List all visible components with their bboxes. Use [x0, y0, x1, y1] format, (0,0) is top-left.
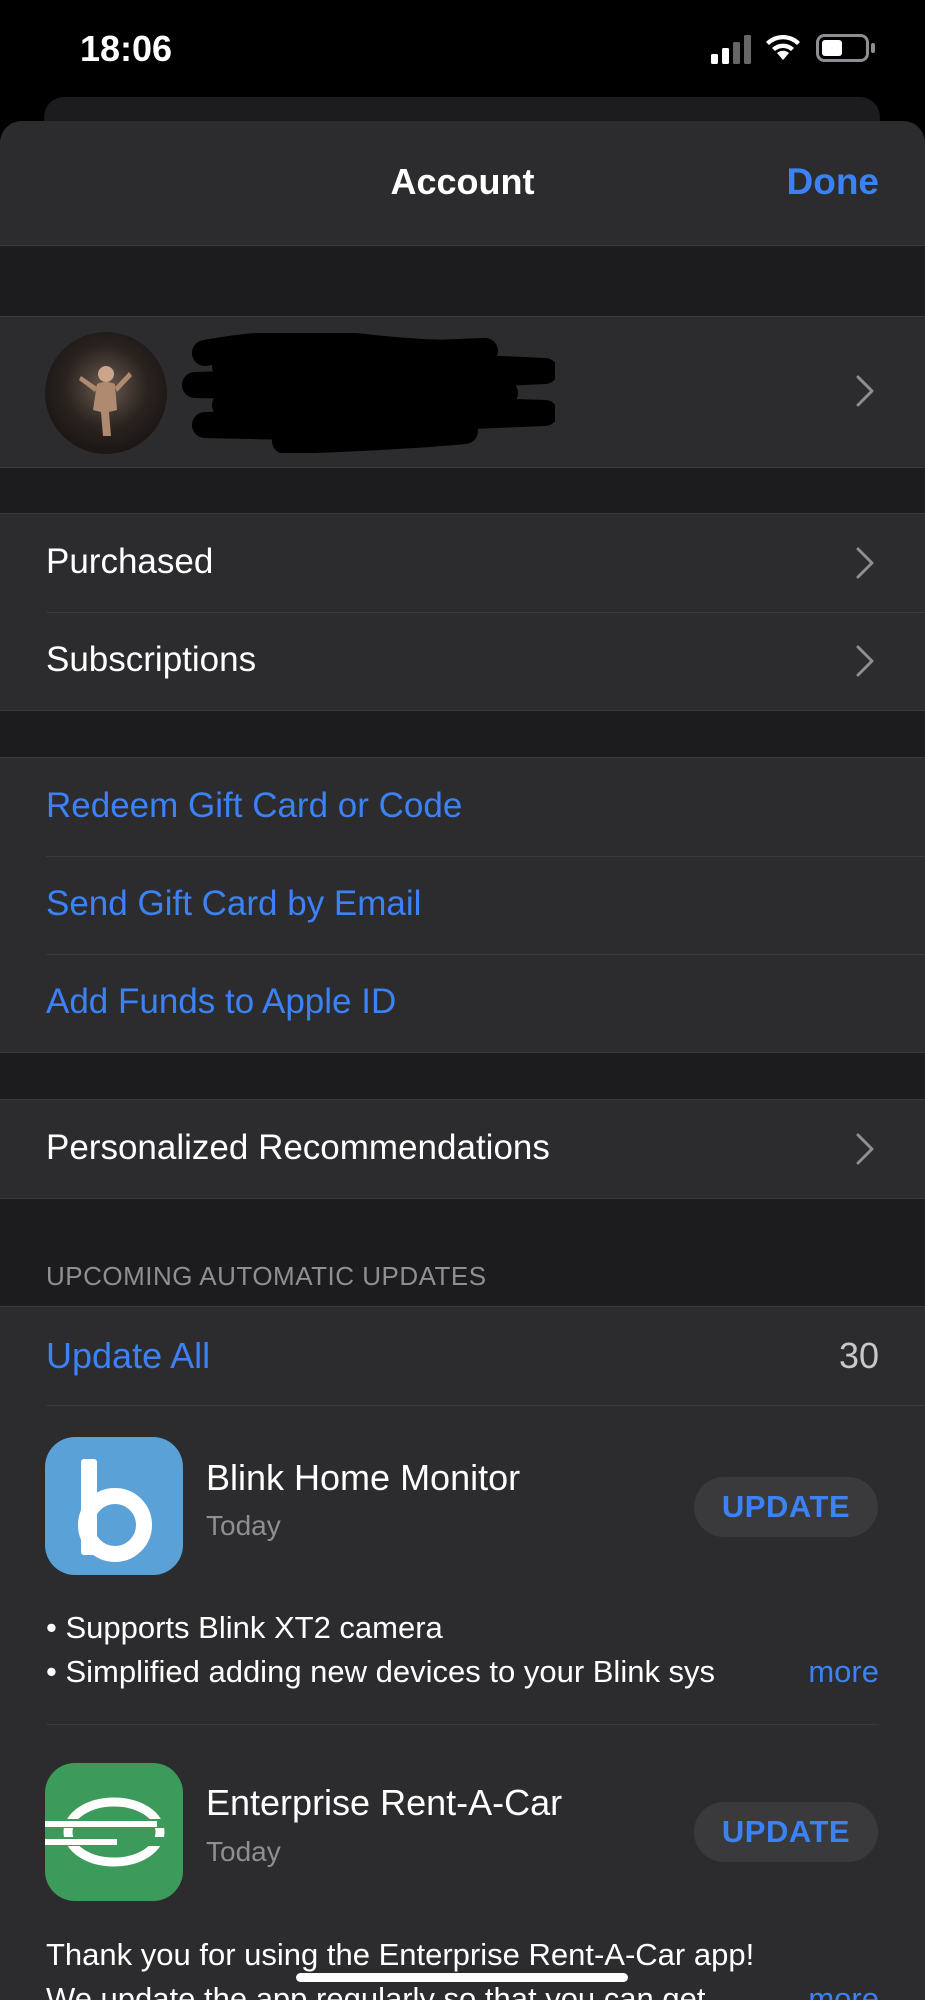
app-name: Blink Home Monitor [206, 1457, 521, 1498]
add-funds-link[interactable]: Add Funds to Apple ID [46, 982, 396, 1022]
avatar-figure-icon [79, 366, 132, 436]
send-gift-card-row[interactable]: Send Gift Card by Email [0, 856, 925, 954]
chevron-right-icon [856, 1133, 874, 1165]
add-funds-row[interactable]: Add Funds to Apple ID [0, 954, 925, 1052]
app-update-date: Today [206, 1510, 281, 1541]
blink-app-icon[interactable] [45, 1437, 183, 1575]
enterprise-e-icon [45, 1797, 183, 1867]
status-time: 18:06 [80, 28, 173, 69]
recommendations-group: Personalized Recommendations [0, 1099, 925, 1199]
text-fade [740, 1650, 810, 1694]
text-fade [740, 1977, 810, 2000]
update-button[interactable]: UPDATE [694, 1477, 878, 1537]
home-indicator[interactable] [296, 1973, 628, 1982]
profile-row[interactable] [0, 316, 925, 468]
subscriptions-row[interactable]: Subscriptions [0, 612, 925, 710]
status-bar: 18:06 [0, 0, 925, 100]
personalized-recommendations-label: Personalized Recommendations [46, 1128, 550, 1167]
cellular-signal-icon [711, 35, 751, 64]
gift-card-group: Redeem Gift Card or Code Send Gift Card … [0, 757, 925, 1053]
wifi-icon [766, 34, 800, 60]
redeem-gift-card-row[interactable]: Redeem Gift Card or Code [0, 758, 925, 856]
navigation-bar: Account Done [0, 121, 925, 246]
app-update-date: Today [206, 1836, 281, 1867]
release-note-line: • Simplified adding new devices to your … [46, 1654, 716, 1689]
subscriptions-label: Subscriptions [46, 640, 257, 679]
section-header-updates: UPCOMING AUTOMATIC UPDATES [46, 1261, 487, 1291]
account-items-group: Purchased Subscriptions [0, 513, 925, 711]
chevron-right-icon [856, 645, 874, 677]
personalized-recommendations-row[interactable]: Personalized Recommendations [0, 1100, 925, 1198]
chevron-right-icon [856, 375, 874, 407]
more-link[interactable]: more [808, 1981, 879, 2000]
purchased-label: Purchased [46, 542, 214, 581]
blink-b-icon [78, 1459, 152, 1562]
update-button[interactable]: UPDATE [694, 1802, 878, 1862]
purchased-row[interactable]: Purchased [0, 514, 925, 612]
release-note-line: • Supports Blink XT2 camera [46, 1610, 443, 1645]
updates-list: Update All 30 Blink Home Monitor Today U… [0, 1306, 925, 2000]
chevron-right-icon [856, 547, 874, 579]
account-sheet: Account Done Purchased Subscriptions Red… [0, 121, 925, 2000]
enterprise-app-icon[interactable] [45, 1763, 183, 1901]
app-name: Enterprise Rent-A-Car [206, 1782, 563, 1823]
battery-icon [816, 34, 875, 62]
avatar [45, 332, 167, 454]
more-link[interactable]: more [808, 1654, 879, 1690]
divider [46, 1724, 879, 1725]
release-notes: • Supports Blink XT2 camera • Simplified… [46, 1606, 806, 1694]
update-all-button[interactable]: Update All [46, 1335, 210, 1377]
done-button[interactable]: Done [787, 161, 880, 203]
divider [46, 1405, 925, 1406]
redeem-gift-card-link[interactable]: Redeem Gift Card or Code [46, 786, 462, 826]
update-count: 30 [838, 1335, 879, 1376]
redacted-name [182, 333, 555, 453]
release-note-line: Thank you for using the Enterprise Rent-… [46, 1937, 755, 1972]
send-gift-card-link[interactable]: Send Gift Card by Email [46, 884, 421, 924]
